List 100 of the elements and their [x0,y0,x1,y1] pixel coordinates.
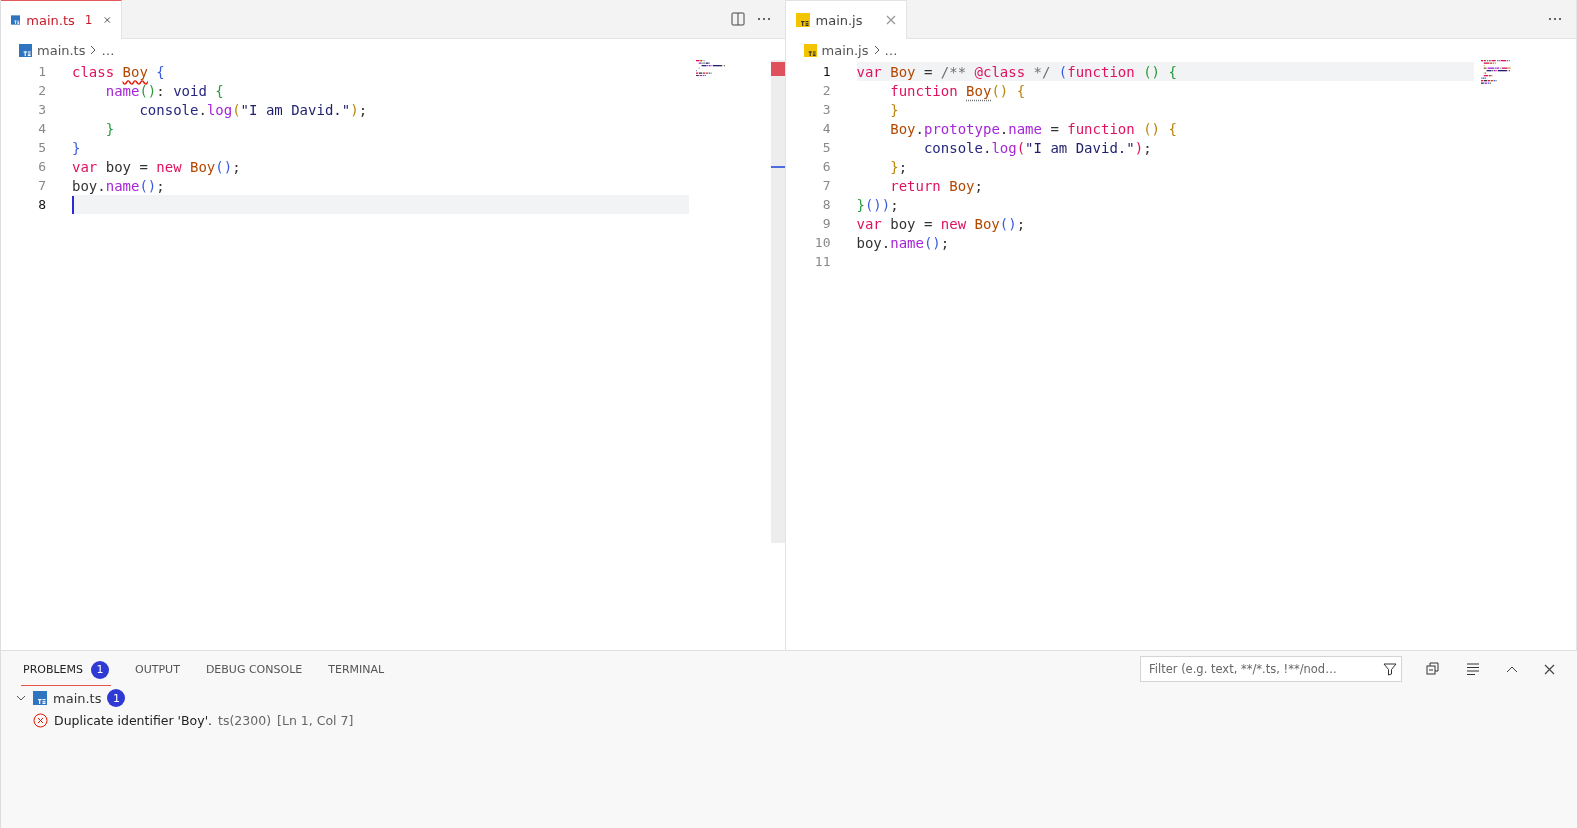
line-number: 3 [821,102,832,117]
code-token: Boy [966,82,992,99]
code-token: console [138,101,199,118]
breadcrumb-more[interactable]: … [884,42,898,58]
code-token: void [173,82,208,99]
code-token: . [999,120,1009,137]
code-token: name [104,82,140,99]
code-token: Boy [890,63,916,80]
code-token: ; [156,177,165,194]
error-code: ts(2300) [218,712,272,728]
code-token: class [72,63,116,80]
code-token: () [923,234,941,251]
collapse-all-icon[interactable] [1424,660,1442,678]
line-number: 6 [821,159,832,174]
line-number: 4 [821,121,832,136]
line-number: 3 [37,102,47,117]
code-token: function [889,82,959,99]
code-token: } [104,120,115,137]
code-token: var [856,63,883,80]
line-number: 2 [821,83,832,98]
code-token: () [139,82,157,99]
code-token: { [1168,120,1177,137]
code-token: . [982,139,992,156]
panel-tab[interactable]: TERMINAL [326,655,387,683]
code-token: boy = [890,215,934,232]
line-number: 10 [813,235,832,250]
code-token: boy = [105,158,149,175]
breadcrumb-file[interactable]: main.js [821,42,869,58]
panel-tab[interactable]: DEBUG CONSOLE [203,655,305,683]
code-token: { [1016,82,1026,99]
code-token: ; [1016,215,1026,232]
code-token: () [215,158,233,175]
tab-label: main.js [815,12,863,28]
editor-tab[interactable]: main.ts 1 [1,0,122,39]
code-token: () [1143,120,1161,137]
code-token: ()) [864,196,891,213]
word-wrap-icon[interactable] [1464,661,1482,677]
minimap-drawing [1480,60,1512,84]
code-token: () [991,82,1010,99]
file-type-icon [33,691,47,705]
line-number: 7 [821,178,832,193]
more-icon[interactable] [1546,15,1564,23]
panel-tab[interactable]: OUTPUT [133,655,182,683]
line-number: 6 [37,159,47,174]
count-badge: 1 [107,689,126,707]
problem-file[interactable]: main.ts [53,690,102,706]
code-token: function [1067,120,1136,137]
code-token: /** [940,63,968,80]
filter-icon[interactable] [1383,662,1397,676]
line-number: 1 [37,64,47,79]
code-token: prototype [923,120,1000,137]
line-number: 7 [37,178,47,193]
problem-message[interactable]: Duplicate identifier 'Boy'. [54,712,213,728]
error-location: [Ln 1, Col 7] [277,712,354,728]
code-token: log [991,139,1017,156]
file-type-icon [795,13,810,27]
text-cursor [72,195,74,214]
code-token: { [215,82,224,99]
code-token: : [156,82,166,99]
filter-field[interactable]: Filter (e.g. text, **/*.ts, !**/nod… [1140,656,1402,682]
code-token: console [922,139,983,156]
problem-count: 1 [84,13,93,27]
error-icon [33,712,48,728]
code-token: "I am David." [1025,139,1135,156]
panel-tab[interactable]: PROBLEMS 1 [21,652,112,686]
code-token: name [105,177,140,194]
code-token: ( [232,101,241,118]
code-token: Boy [949,177,975,194]
breadcrumb-file[interactable]: main.ts [37,42,86,58]
line-number: 5 [821,140,832,155]
code-token: name [1008,120,1042,137]
code-token: return [889,177,942,194]
code-token: () [1143,63,1161,80]
code-token: ; [232,158,241,175]
editor-tab[interactable]: main.js [785,0,907,39]
line-number: 11 [813,254,832,269]
code-token: } [856,196,865,213]
code-token: var [72,158,99,175]
close-icon[interactable] [104,15,111,25]
code-token: ) [1134,139,1144,156]
code-token: @class [974,63,1026,80]
code-token: "I am David." [240,101,351,118]
count-badge: 1 [91,660,110,679]
code-token: = [922,63,934,80]
split-editor-icon[interactable] [728,10,747,28]
code-token: ) [350,101,359,118]
code-token: { [155,63,165,80]
line-number: 5 [37,140,47,155]
code-token: . [915,120,924,137]
scrollbar[interactable] [770,60,785,543]
code-token: Boy [190,158,216,175]
line-number: 8 [821,197,832,212]
breadcrumb-more[interactable]: … [101,42,115,58]
code-token: = [1049,120,1060,137]
code-token: } [889,101,899,118]
line-number: 9 [821,216,832,231]
line-number: 2 [37,83,47,98]
code-token: ; [974,177,983,194]
line-number: 1 [821,64,832,79]
code-token: () [139,177,157,194]
